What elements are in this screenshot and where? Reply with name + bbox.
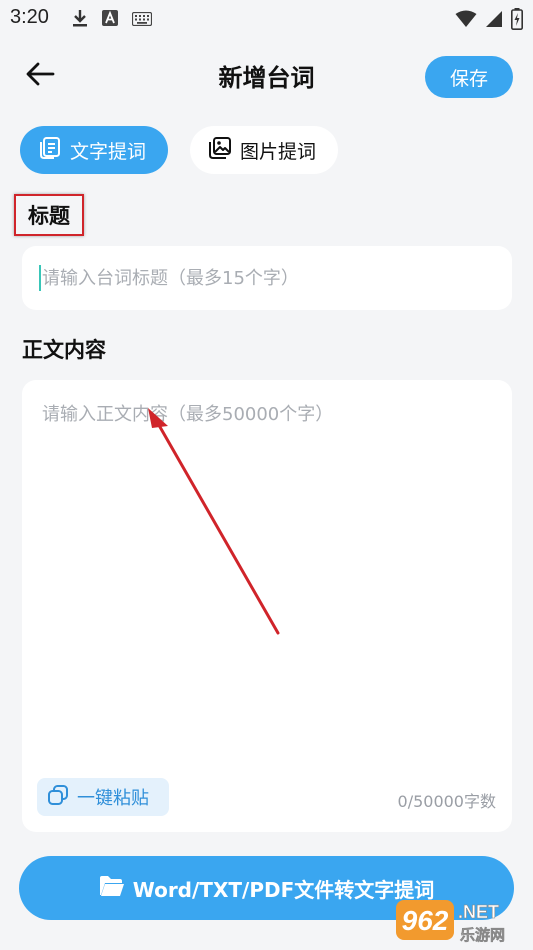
download-icon [72, 9, 88, 31]
battery-charging-icon [511, 8, 523, 34]
signal-icon [485, 10, 503, 32]
status-bar: 3:20 [0, 0, 533, 36]
keyboard-icon [131, 11, 153, 30]
tab-label: 文字提词 [70, 140, 147, 163]
body-label: 正文内容 [22, 338, 106, 362]
status-icons-right [455, 8, 523, 34]
watermark-logo: 962 .NET 乐游网 [396, 896, 528, 946]
status-icons-left [72, 9, 153, 31]
title-label: 标题 [28, 204, 70, 228]
svg-text:乐游网: 乐游网 [460, 926, 505, 944]
copy-icon [47, 784, 69, 811]
svg-text:.NET: .NET [458, 902, 499, 922]
folder-icon [99, 875, 125, 902]
paste-label: 一键粘贴 [77, 788, 149, 809]
header: 新增台词 保存 [0, 50, 533, 102]
body-content-box: 一键粘贴 0/50000字数 [22, 380, 512, 832]
tab-image-prompt[interactable]: 图片提词 [190, 126, 338, 174]
status-time: 3:20 [10, 6, 49, 28]
text-caret [39, 265, 41, 291]
char-count: 0/50000字数 [397, 792, 496, 811]
title-input[interactable] [22, 246, 512, 310]
wifi-icon [455, 10, 477, 32]
title-label-highlight: 标题 [14, 194, 84, 236]
file-convert-label: Word/TXT/PDF文件转文字提词 [132, 877, 435, 902]
save-button[interactable]: 保存 [425, 56, 513, 98]
image-icon [208, 136, 232, 165]
text-a-icon [102, 10, 118, 30]
tab-label: 图片提词 [240, 140, 317, 163]
body-textarea[interactable] [22, 380, 512, 760]
paste-button[interactable]: 一键粘贴 [37, 778, 169, 816]
document-icon [38, 136, 62, 165]
mode-tabs: 文字提词 图片提词 [20, 126, 338, 174]
tab-text-prompt[interactable]: 文字提词 [20, 126, 168, 174]
svg-text:962: 962 [402, 905, 449, 936]
